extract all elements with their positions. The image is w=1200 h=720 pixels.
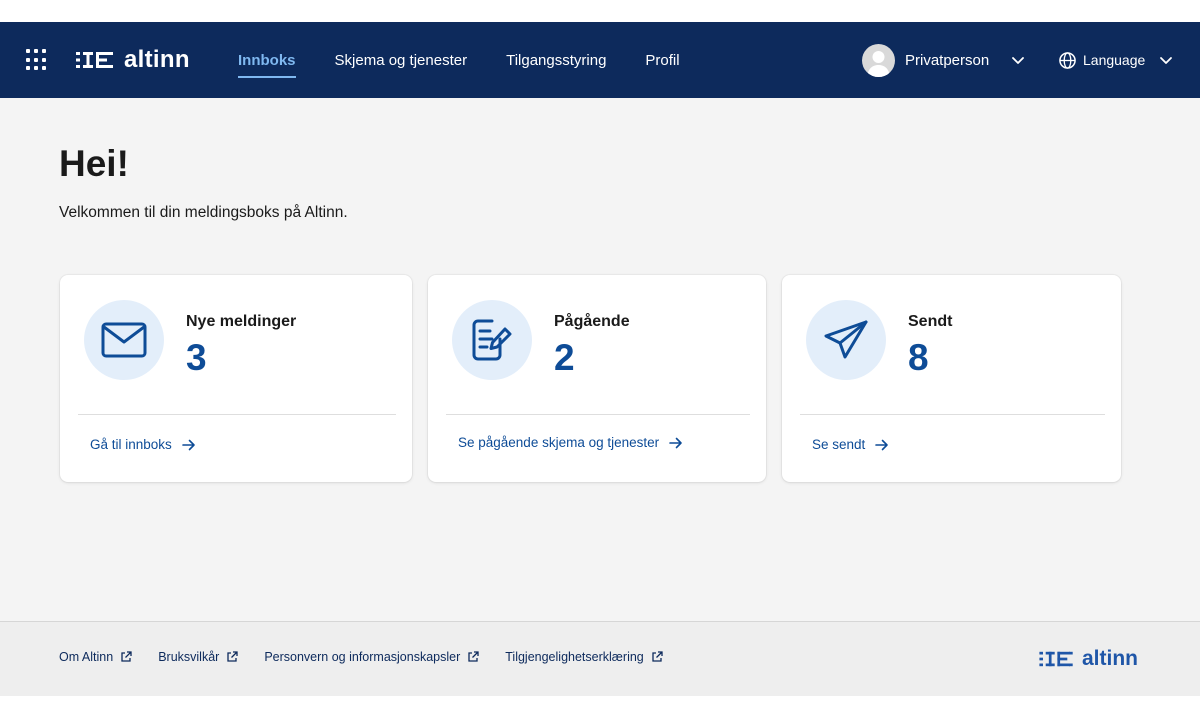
arrow-right-icon <box>875 439 889 450</box>
nav-item-skjema-og-tjenester[interactable]: Skjema og tjenester <box>335 22 468 98</box>
avatar <box>862 43 895 77</box>
external-link-icon <box>227 651 238 662</box>
divider <box>800 414 1105 415</box>
nav-item-innboks[interactable]: Innboks <box>238 22 296 98</box>
footer-altinn-logo[interactable]: altinn <box>1039 647 1138 671</box>
main-content: Hei! Velkommen til din meldingsboks på A… <box>0 98 1200 621</box>
link-label: Se sendt <box>812 437 866 452</box>
globe-icon <box>1059 51 1076 69</box>
language-label: Language <box>1083 52 1146 68</box>
link-label: Se pågående skjema og tjenester <box>458 435 660 450</box>
footer-link-tilgjengelighet[interactable]: Tilgjengelighetserklæring <box>505 650 663 664</box>
new-messages-card: Nye meldinger 3 Gå til innboks <box>60 275 412 482</box>
footer: Om Altinn Bruksvilkår Personvern og info… <box>0 621 1200 696</box>
sent-card: Sendt 8 Se sendt <box>782 275 1121 482</box>
arrow-right-icon <box>181 439 195 450</box>
user-name: Privatperson <box>905 51 990 69</box>
footer-logo-text: altinn <box>1082 647 1138 670</box>
card-count: 3 <box>186 337 207 378</box>
footer-link-label: Tilgjengelighetserklæring <box>505 650 644 664</box>
footer-link-personvern[interactable]: Personvern og informasjonskapsler <box>264 650 479 664</box>
language-selector[interactable]: Language <box>1059 42 1173 78</box>
external-link-icon <box>652 651 663 662</box>
altinn-logo[interactable]: altinn <box>76 46 190 74</box>
card-title: Sendt <box>908 313 953 330</box>
go-to-inbox-link[interactable]: Gå til innboks <box>90 437 196 452</box>
chevron-down-icon <box>1012 57 1025 64</box>
see-in-progress-link[interactable]: Se pågående skjema og tjenester <box>458 435 683 450</box>
external-link-icon <box>468 651 479 662</box>
in-progress-card: Pågående 2 Se pågående skjema og tjenest… <box>428 275 766 482</box>
card-title: Pågående <box>554 313 630 330</box>
person-icon <box>867 50 890 77</box>
card-count: 8 <box>908 337 929 378</box>
link-label: Gå til innboks <box>90 437 172 452</box>
footer-link-label: Om Altinn <box>59 650 114 664</box>
chevron-down-icon <box>1160 57 1173 64</box>
altinn-logo-mark-icon <box>1039 651 1073 667</box>
divider <box>446 414 750 415</box>
page-title: Hei! <box>59 143 129 184</box>
footer-links: Om Altinn Bruksvilkår Personvern og info… <box>59 650 689 664</box>
logo-text: altinn <box>124 46 190 73</box>
footer-link-om-altinn[interactable]: Om Altinn <box>59 650 132 664</box>
footer-link-bruksvilkar[interactable]: Bruksvilkår <box>158 650 238 664</box>
user-menu-button[interactable]: Privatperson <box>862 42 1025 78</box>
top-navigation-bar: altinn Innboks Skjema og tjenester Tilga… <box>0 22 1200 98</box>
paper-plane-icon <box>806 300 886 380</box>
footer-link-label: Personvern og informasjonskapsler <box>264 650 461 664</box>
card-title: Nye meldinger <box>186 313 297 330</box>
main-nav: Innboks Skjema og tjenester Tilgangsstyr… <box>238 22 719 98</box>
see-sent-link[interactable]: Se sendt <box>812 437 889 452</box>
welcome-text: Velkommen til din meldingsboks på Altinn… <box>59 204 348 221</box>
footer-link-label: Bruksvilkår <box>158 650 220 664</box>
arrow-right-icon <box>669 437 682 448</box>
external-link-icon <box>121 651 132 662</box>
nav-item-profil[interactable]: Profil <box>645 22 679 98</box>
card-count: 2 <box>554 337 575 378</box>
nav-item-tilgangsstyring[interactable]: Tilgangsstyring <box>506 22 606 98</box>
envelope-icon <box>84 300 164 380</box>
divider <box>78 414 396 415</box>
app-menu-grid-icon[interactable] <box>26 49 48 71</box>
altinn-logo-mark-icon <box>76 52 113 68</box>
form-edit-icon <box>452 300 532 380</box>
